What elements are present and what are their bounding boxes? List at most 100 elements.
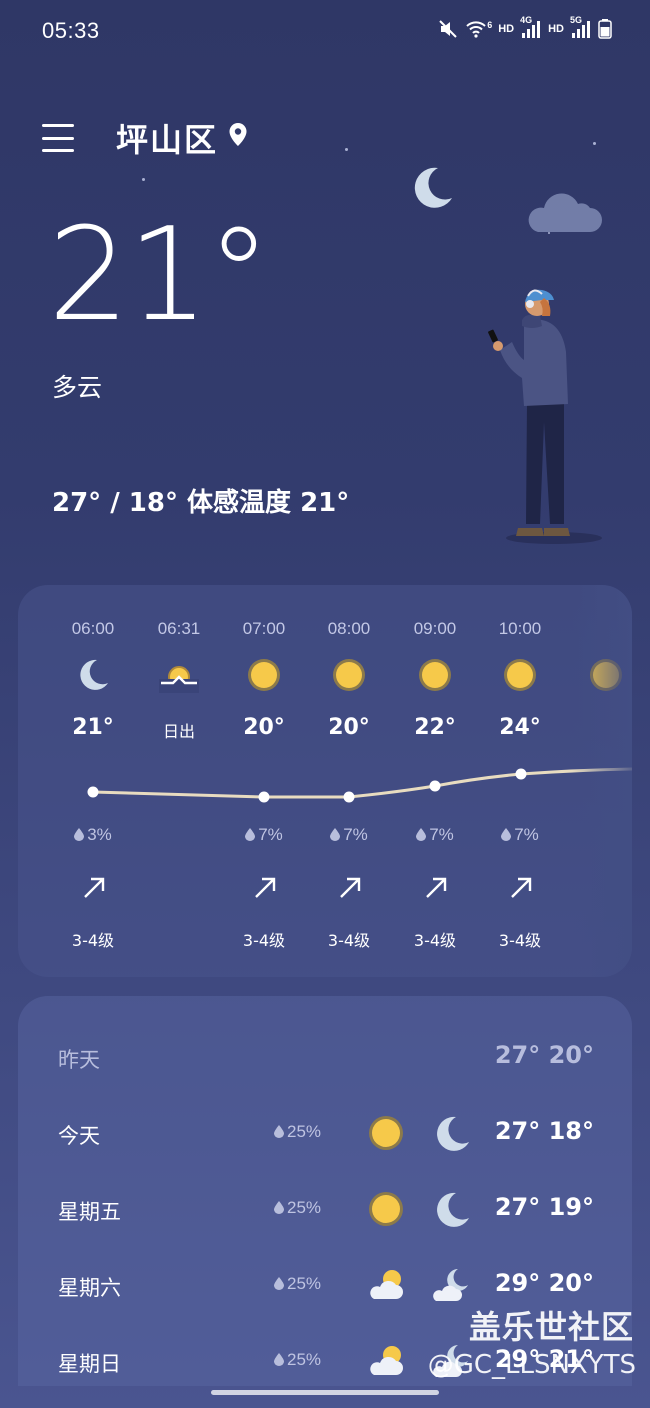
- header: 坪山区: [42, 110, 248, 166]
- watermark-handle: @GC_LLSNXYTS: [427, 1350, 636, 1380]
- hour-temp: 22°: [414, 715, 456, 740]
- sunrise-icon: [159, 666, 199, 693]
- hour-time: 06:00: [71, 619, 115, 638]
- partly-cloudy-day-icon: [370, 1346, 403, 1375]
- status-bar: 05:33 6 HD 4G HD 5G: [0, 0, 650, 62]
- hour-rain: 7%: [224, 825, 304, 845]
- scroll-fade: [572, 585, 632, 977]
- hour-wind-level: 3-4级: [498, 931, 542, 950]
- moon-icon: [437, 1192, 469, 1227]
- moon-icon: [80, 659, 108, 690]
- hour-wind-level: 3-4级: [327, 931, 371, 950]
- moon-illustration: [414, 167, 452, 208]
- status-time: 05:33: [42, 18, 100, 43]
- day-rain: 25%: [274, 1350, 321, 1370]
- hour-temp: 20°: [243, 715, 285, 740]
- network-type-2: 5G: [570, 15, 583, 25]
- partly-cloudy-day-icon: [370, 1270, 403, 1299]
- location-pin-icon: [229, 123, 247, 146]
- sunrise-label: 日出: [162, 722, 195, 741]
- hour-time: 09:00: [413, 619, 457, 638]
- sun-icon: [504, 659, 536, 691]
- temp-point: [429, 780, 441, 792]
- wind-arrow-icon: [340, 877, 361, 898]
- signal-icon-1: 4G: [520, 15, 542, 39]
- hd-badge-1: HD: [498, 23, 515, 35]
- day-temps: 27° 18°: [494, 1117, 594, 1145]
- hour-wind-level: 3-4级: [242, 931, 286, 950]
- watermark-title: 盖乐世社区: [468, 1308, 634, 1346]
- raindrop-icon: [501, 826, 512, 841]
- daily-row-yesterday[interactable]: 昨天 27° 20°: [18, 1032, 632, 1082]
- star: [593, 142, 596, 145]
- wind-arrow-icon: [255, 877, 276, 898]
- day-name: 今天: [58, 1124, 100, 1148]
- hour-rain: 7%: [309, 825, 389, 845]
- daily-row[interactable]: 星期五 25% 27° 19°: [18, 1184, 632, 1234]
- person-illustration: [488, 289, 602, 544]
- day-name: 星期五: [58, 1200, 121, 1224]
- hour-time: 06:31: [157, 619, 201, 638]
- temperature-range-feels-like: 27° / 18° 体感温度 21°: [52, 488, 350, 518]
- hour-time: 07:00: [242, 619, 286, 638]
- sun-icon: [369, 1192, 403, 1226]
- hour-rain: 7%: [395, 825, 475, 845]
- sun-icon: [369, 1116, 403, 1150]
- current-temperature: 21°: [48, 201, 271, 350]
- mute-icon: [439, 20, 457, 38]
- raindrop-icon: [274, 1199, 284, 1214]
- wifi-badge: 6: [487, 20, 493, 30]
- moon-icon: [437, 1116, 469, 1151]
- current-condition: 多云: [52, 373, 103, 402]
- star: [345, 148, 348, 151]
- temp-point: [258, 791, 270, 803]
- raindrop-icon: [416, 826, 427, 841]
- day-temps: 27° 19°: [494, 1193, 594, 1221]
- day-name: 昨天: [58, 1048, 100, 1072]
- battery-icon: [598, 19, 612, 39]
- raindrop-icon: [274, 1123, 284, 1138]
- day-rain: 25%: [274, 1274, 321, 1294]
- sun-icon: [333, 659, 365, 691]
- temp-point: [87, 786, 99, 798]
- day-rain: 25%: [274, 1122, 321, 1142]
- raindrop-icon: [274, 1351, 284, 1366]
- hour-temp: 20°: [328, 715, 370, 740]
- day-temps: 29° 20°: [494, 1269, 594, 1297]
- raindrop-icon: [245, 826, 256, 841]
- wifi-icon: 6: [465, 20, 492, 38]
- wind-arrow-icon: [511, 877, 532, 898]
- status-icons: 6 HD 4G HD 5G: [437, 15, 612, 40]
- day-temps: 27° 20°: [494, 1041, 594, 1069]
- cloud-illustration: [528, 193, 602, 232]
- home-indicator[interactable]: [211, 1390, 439, 1395]
- day-rain: 25%: [274, 1198, 321, 1218]
- network-type-1: 4G: [520, 15, 533, 25]
- wind-arrow-icon: [426, 877, 447, 898]
- hourly-forecast-card[interactable]: 06:00 21° 3% 3-4级 06:31 日出 07:00 20° 7% …: [18, 585, 632, 977]
- day-name: 星期日: [58, 1352, 121, 1376]
- location-name[interactable]: 坪山区: [116, 115, 218, 161]
- raindrop-icon: [274, 1275, 284, 1290]
- hour-wind-level: 3-4级: [413, 931, 457, 950]
- hour-time: 08:00: [327, 619, 371, 638]
- hourly-temperature-curve: [87, 767, 632, 803]
- hour-rain: 7%: [480, 825, 560, 845]
- sun-icon: [248, 659, 280, 691]
- menu-icon[interactable]: [42, 124, 74, 152]
- hour-wind-level: 3-4级: [71, 931, 115, 950]
- wind-arrow-icon: [84, 877, 105, 898]
- hour-time: 10:00: [498, 619, 542, 638]
- star: [142, 178, 145, 181]
- temp-point: [343, 791, 355, 803]
- temp-point: [515, 768, 527, 780]
- signal-icon-2: 5G: [570, 15, 592, 39]
- partly-cloudy-night-icon: [433, 1269, 468, 1301]
- day-name: 星期六: [58, 1276, 121, 1300]
- raindrop-icon: [74, 826, 85, 841]
- raindrop-icon: [330, 826, 341, 841]
- hour-temp: 21°: [72, 715, 114, 740]
- daily-row-today[interactable]: 今天 25% 27° 18°: [18, 1108, 632, 1158]
- hour-temp: 24°: [499, 715, 541, 740]
- hd-badge-2: HD: [548, 23, 564, 35]
